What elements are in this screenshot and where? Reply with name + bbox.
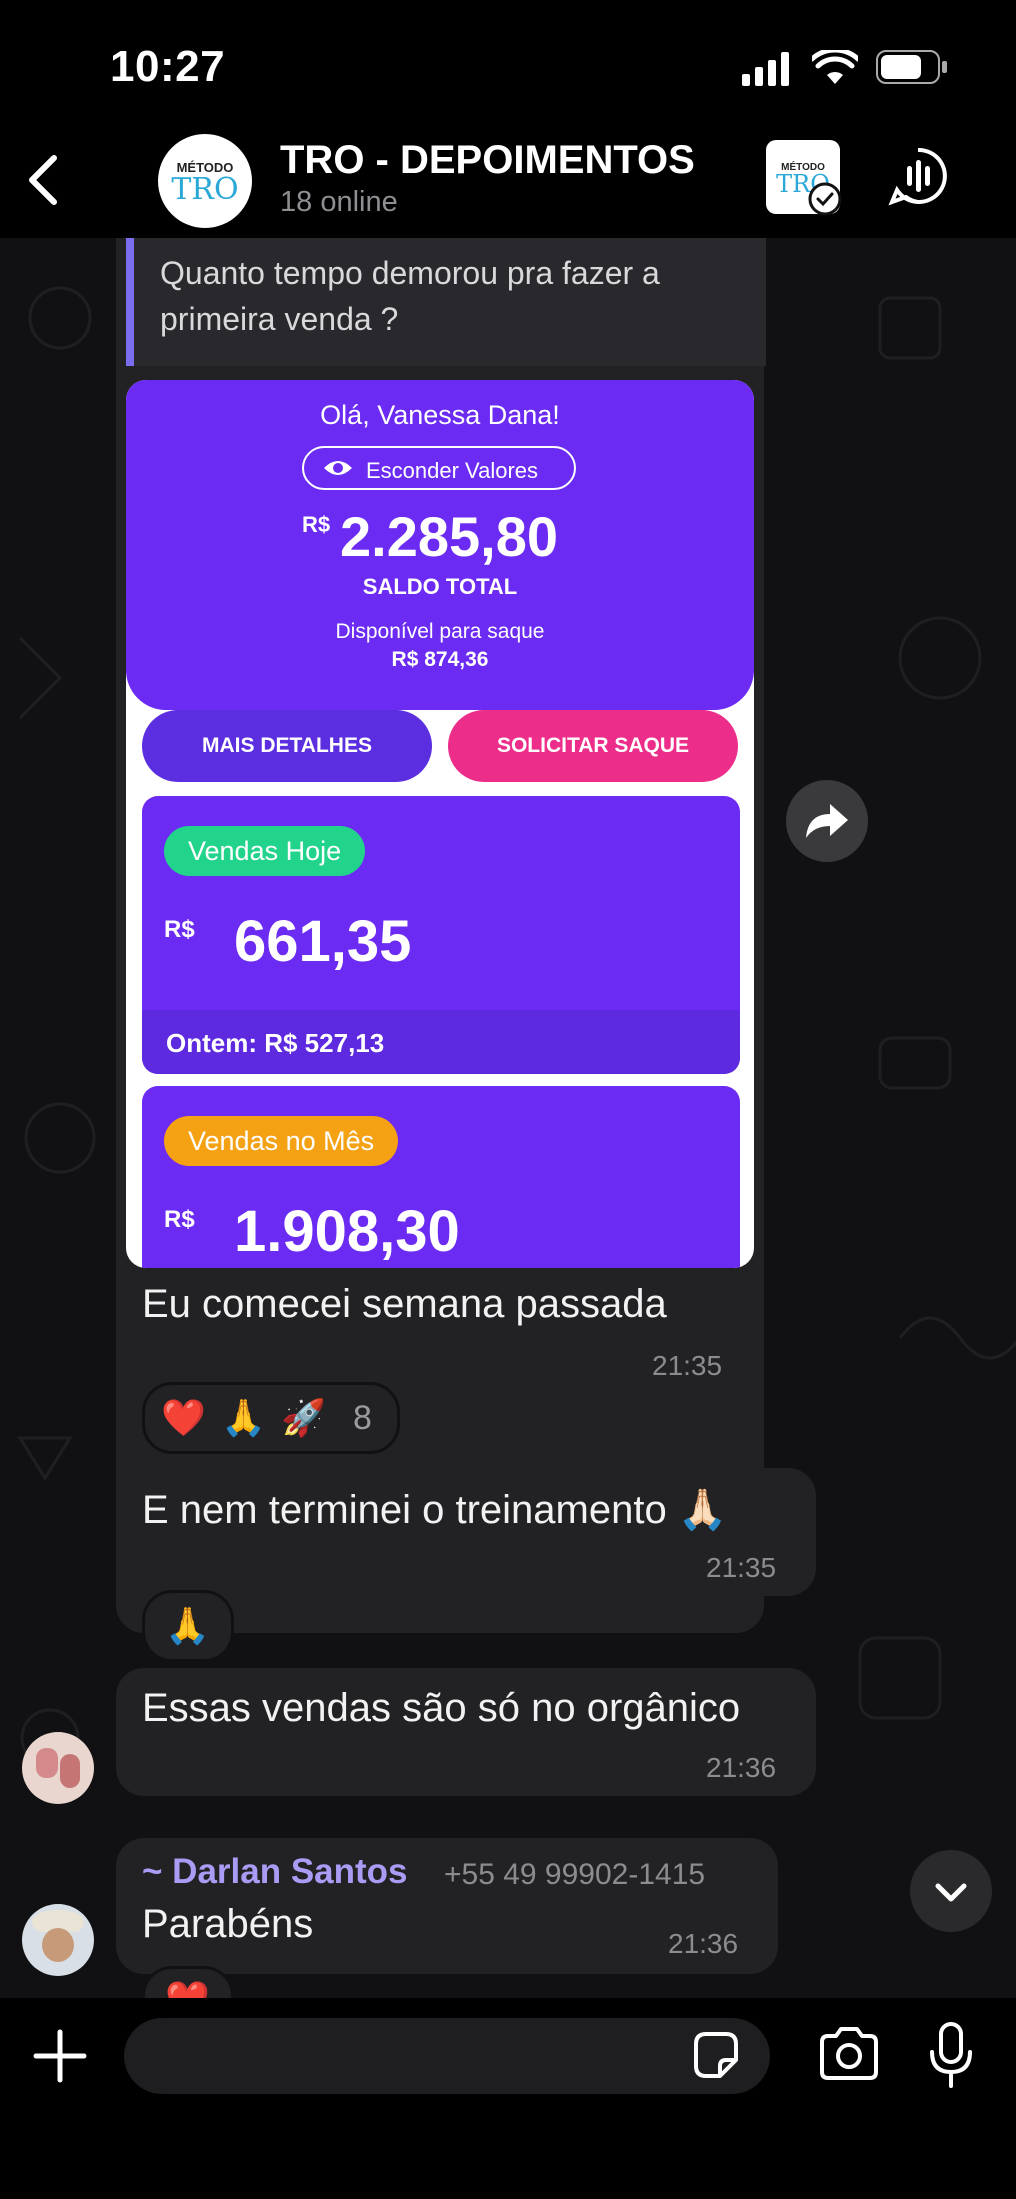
message-text-3: Essas vendas são só no orgânico [142,1686,741,1730]
plus-icon[interactable] [30,2026,90,2086]
chat-area[interactable]: Quanto tempo demorou pra fazer a primeir… [0,238,1016,1998]
balance-currency: R$ [302,512,331,537]
embedded-screenshot[interactable]: Olá, Vanessa Dana! Esconder Valores R$ 2… [126,380,754,1268]
reactions-bar-3[interactable]: ❤️ [142,1966,234,1998]
battery-icon [876,50,947,84]
status-time: 10:27 [110,42,226,91]
avatar-logo-bottom: TRO [171,172,239,207]
available-value: R$ 874,36 [391,648,489,671]
message-time-3: 21:36 [706,1752,777,1783]
scroll-down-button[interactable] [910,1850,992,1932]
sender-name[interactable]: ~ Darlan Santos [142,1852,408,1892]
available-label: Disponível para saque [335,620,545,643]
wifi-icon [812,50,858,84]
hide-values-label: Esconder Valores [366,458,539,483]
reaction-emoji-pray: 🙏 [221,1397,266,1438]
request-withdraw-button: SOLICITAR SAQUE [448,710,738,782]
sales-today-card: Vendas Hoje R$ 661,35 Ontem: R$ 527,13 [142,796,740,1074]
message-text-1: Eu comecei semana passada [142,1282,667,1326]
sales-today-pill: Vendas Hoje [164,826,366,876]
message-time-1: 21:35 [652,1350,723,1381]
back-arrow-icon[interactable] [18,150,68,210]
camera-icon[interactable] [818,2026,880,2082]
balance-label: SALDO TOTAL [362,574,518,599]
sales-today-footer: Ontem: R$ 527,13 [142,1010,740,1074]
message-time-2: 21:35 [706,1552,777,1583]
reaction-emoji-rocket: 🚀 [281,1397,326,1438]
group-avatar[interactable]: MÉTODO TRO [158,134,252,228]
more-details-button: MAIS DETALHES [142,710,432,782]
voice-chat-icon[interactable] [888,146,948,206]
online-count: 18 online [280,186,398,218]
message-text-4: Parabéns [142,1902,314,1946]
signal-icon [742,52,789,86]
sales-yesterday-text: Ontem: R$ 527,13 [166,1028,385,1058]
sales-month-currency: R$ [164,1206,195,1233]
message-text-2: E nem terminei o treinamento 🙏🏻 [142,1488,728,1532]
screenshot-header: Olá, Vanessa Dana! Esconder Valores R$ 2… [126,380,754,710]
reaction-emoji-heart: ❤️ [161,1397,206,1438]
reactions-bar-1[interactable]: ❤️ 🙏 🚀 8 [142,1382,400,1454]
sender-phone: +55 49 99902-1415 [444,1858,706,1891]
sales-month-value: 1.908,30 [234,1199,460,1264]
message-time-4: 21:36 [668,1928,739,1959]
sales-today-currency: R$ [164,916,195,943]
reply-quote-line-2: primeira venda ? [160,301,399,337]
screenshot-greeting: Olá, Vanessa Dana! [320,400,560,430]
sales-month-card: Vendas no Mês R$ 1.908,30 [142,1086,740,1268]
sales-month-pill: Vendas no Mês [164,1116,399,1166]
chevron-down-icon [935,1883,967,1902]
sender-avatar-1[interactable] [22,1732,94,1804]
reply-quote-line-1: Quanto tempo demorou pra fazer a [160,255,660,291]
forward-arrow-icon [806,804,848,838]
checkmark-badge-icon [808,182,842,216]
reactions-bar-2[interactable]: 🙏 [142,1590,234,1662]
message-input[interactable] [124,2018,770,2094]
reaction-count: 8 [353,1399,372,1437]
eye-icon [324,461,352,475]
group-title[interactable]: TRO - DEPOIMENTOS [280,138,695,183]
microphone-icon[interactable] [926,2020,976,2090]
group-sticker-button[interactable]: MÉTODO TRO [766,140,842,216]
status-bar: 10:27 [0,0,1016,130]
sticker-icon[interactable] [690,2030,742,2082]
reaction-emoji-pray: 🙏 [165,1605,210,1646]
forward-button[interactable] [786,780,868,862]
hide-values-button: Esconder Valores [302,446,576,490]
sales-today-value: 661,35 [234,909,412,974]
reaction-emoji-heart: ❤️ [165,1979,210,1998]
balance-value: 2.285,80 [340,505,558,568]
sender-avatar-2[interactable] [22,1904,94,1976]
